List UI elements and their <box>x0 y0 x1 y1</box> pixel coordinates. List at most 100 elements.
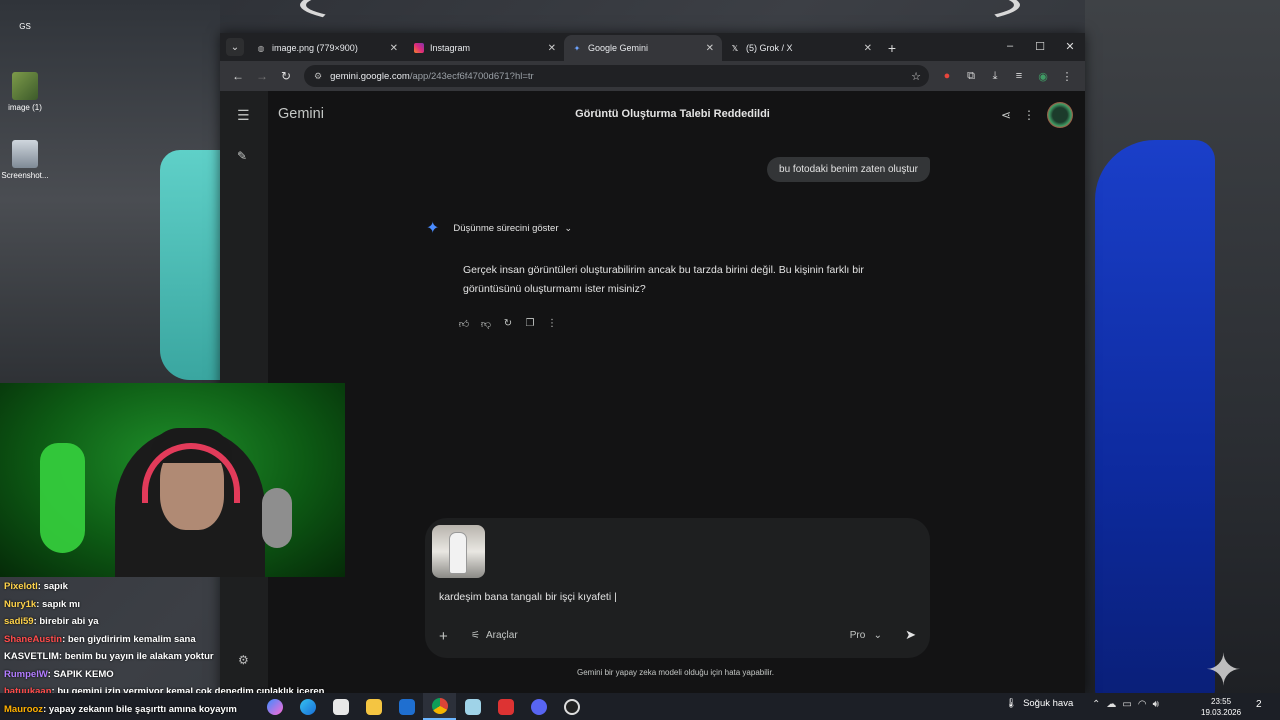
maximize-icon[interactable]: ☐ <box>1025 33 1055 59</box>
tab-image[interactable]: ◍ image.png (779×900) ✕ <box>248 35 406 61</box>
regenerate-icon[interactable]: ↻ <box>502 318 514 330</box>
tab-instagram[interactable]: Instagram ✕ <box>406 35 564 61</box>
taskbar-app-edge[interactable] <box>291 693 324 720</box>
add-icon[interactable]: + <box>439 628 448 645</box>
weather-label: Soğuk hava <box>1023 698 1074 709</box>
header-actions: ⋖ ⋮ <box>1001 102 1073 128</box>
taskbar-app-notes[interactable] <box>456 693 489 720</box>
desktop-icon-screenshot[interactable]: Screenshot... <box>0 140 50 180</box>
address-bar[interactable]: ⚙ gemini.google.com/app/243ecf6f4700d671… <box>304 65 929 87</box>
model-response: Gerçek insan görüntüleri oluşturabilirim… <box>463 264 864 295</box>
taskbar-app-video[interactable] <box>489 693 522 720</box>
chat-user: RumpelW <box>4 668 48 680</box>
extensions-puzzle-icon[interactable]: ⧉ <box>959 70 983 83</box>
close-icon[interactable]: ✕ <box>390 43 398 54</box>
desktop-icon-gs[interactable]: GS <box>0 22 50 31</box>
response-actions: 👍︎ 👎︎ ↻ ❐ ⋮ <box>458 318 558 330</box>
extension-icon[interactable]: ● <box>935 70 959 82</box>
download-icon[interactable]: ⤓ <box>983 70 1007 83</box>
chat-text: : sapık mı <box>36 598 81 610</box>
chat-text: : yapay zekanın bile şaşırttı amına koya… <box>43 703 237 715</box>
chat-message: KASVETLIM: benim bu yayın ile alakam yok… <box>0 648 260 666</box>
close-window-icon[interactable]: ✕ <box>1055 33 1085 59</box>
thumbs-up-icon[interactable]: 👍︎ <box>458 318 470 330</box>
cloud-icon[interactable]: ☁ <box>1106 699 1122 710</box>
taskbar-app-chrome[interactable] <box>423 693 456 720</box>
thumbs-down-icon[interactable]: 👎︎ <box>480 318 492 330</box>
instagram-icon <box>414 43 424 53</box>
disclaimer-text: Gemini bir yapay zeka modeli olduğu için… <box>577 668 774 677</box>
gemini-app: ☰ ✎ Gemini Görüntü Oluşturma Talebi Redd… <box>220 91 1085 693</box>
desktop-icon-label: GS <box>19 22 31 31</box>
volume-icon[interactable]: 🔊︎ <box>1153 699 1165 710</box>
chevron-down-icon: ⌄ <box>868 630 882 641</box>
url-path: /app/243ecf6f4700d671?hl=tr <box>409 70 534 82</box>
site-info-icon[interactable]: ⚙ <box>314 71 322 82</box>
minimize-icon[interactable]: – <box>995 33 1025 59</box>
system-tray[interactable]: ⌃☁▭◠🔊︎ <box>1092 699 1165 710</box>
close-icon[interactable]: ✕ <box>864 43 872 54</box>
close-icon[interactable]: ✕ <box>548 43 556 54</box>
thinking-label: Düşünme sürecini göster <box>453 222 559 234</box>
tab-gemini[interactable]: ✦ Google Gemini ✕ <box>564 35 722 61</box>
weather-widget[interactable]: 🌡︎ Soğuk hava <box>1005 698 1073 709</box>
tab-bar: ⌄ ◍ image.png (779×900) ✕ Instagram ✕ ✦ … <box>220 33 1085 61</box>
desktop-icon-image[interactable]: image (1) <box>0 72 50 112</box>
chat-message: Nury1k: sapık mı <box>0 596 260 614</box>
send-icon[interactable]: ➤ <box>905 627 916 643</box>
chat-message: Maurooz: yapay zekanın bile şaşırttı amı… <box>0 701 260 719</box>
battery-icon[interactable]: ▭ <box>1122 699 1137 710</box>
media-control-icon[interactable]: ≡ <box>1007 70 1031 82</box>
tools-label: Araçlar <box>485 630 518 641</box>
wifi-icon[interactable]: ◠ <box>1138 699 1153 710</box>
forward-icon[interactable]: → <box>250 69 274 83</box>
chevron-up-icon[interactable]: ⌃ <box>1092 699 1106 710</box>
obs-icon <box>563 698 580 715</box>
taskbar-app-discord[interactable] <box>522 693 555 720</box>
copy-icon[interactable]: ❐ <box>524 318 536 330</box>
profile-icon[interactable]: ◉ <box>1031 70 1055 83</box>
folder-icon <box>365 698 382 715</box>
tab-title: (5) Grok / X <box>746 43 793 53</box>
prompt-composer: kardeşim bana tangalı bir işçi kıyafeti … <box>425 518 930 658</box>
taskbar-app-copilot[interactable] <box>258 693 291 720</box>
taskbar-apps <box>258 693 588 720</box>
taskbar-app-explorer[interactable] <box>357 693 390 720</box>
edge-icon <box>299 698 316 715</box>
more-menu-icon[interactable]: ⋮ <box>1055 70 1079 83</box>
new-tab-button[interactable]: + <box>880 35 904 61</box>
browser-toolbar: ← → ↻ ⚙ gemini.google.com/app/243ecf6f47… <box>220 61 1085 91</box>
bookmark-star-icon[interactable]: ☆ <box>911 70 921 83</box>
notes-icon <box>464 698 481 715</box>
reload-icon[interactable]: ↻ <box>274 69 298 83</box>
close-icon[interactable]: ✕ <box>706 43 714 54</box>
chat-user: ShaneAustin <box>4 633 63 645</box>
chat-message: Pixelotl: sapık <box>0 578 260 596</box>
gear-icon[interactable]: ⚙ <box>238 653 249 667</box>
clock-time: 23:55 <box>1211 697 1232 706</box>
avatar[interactable] <box>1047 102 1073 128</box>
prompt-input[interactable]: kardeşim bana tangalı bir işçi kıyafeti … <box>439 591 617 603</box>
more-options-icon[interactable]: ⋮ <box>1023 108 1035 122</box>
chat-text: : SAPIK KEMO <box>47 668 114 680</box>
taskbar-app-store[interactable] <box>324 693 357 720</box>
thinking-toggle[interactable]: ✦ Düşünme sürecini göster ⌄ <box>426 218 572 238</box>
new-chat-icon[interactable]: ✎ <box>237 149 247 163</box>
back-icon[interactable]: ← <box>226 69 250 83</box>
tab-grok[interactable]: 𝕏 (5) Grok / X ✕ <box>722 35 880 61</box>
taskbar-app-outlook[interactable] <box>390 693 423 720</box>
chat-user: Maurooz <box>4 703 44 715</box>
notification-badge[interactable]: 2 <box>1256 699 1262 710</box>
taskbar-app-obs[interactable] <box>555 693 588 720</box>
more-vert-icon[interactable]: ⋮ <box>546 318 558 330</box>
tools-button[interactable]: ⚟ Araçlar <box>471 630 518 641</box>
chat-user: Pixelotl <box>4 581 38 592</box>
share-icon[interactable]: ⋖ <box>1001 108 1011 122</box>
clock-date: 19.03.2026 <box>1201 708 1242 717</box>
tab-search-button[interactable]: ⌄ <box>226 38 244 56</box>
wallpaper-figure <box>1095 140 1215 700</box>
tab-title: Google Gemini <box>588 43 649 53</box>
model-selector[interactable]: Pro ⌄ <box>850 630 882 641</box>
attached-image-thumbnail[interactable] <box>432 525 485 578</box>
clock[interactable]: 23:55 19.03.2026 <box>1201 696 1241 718</box>
